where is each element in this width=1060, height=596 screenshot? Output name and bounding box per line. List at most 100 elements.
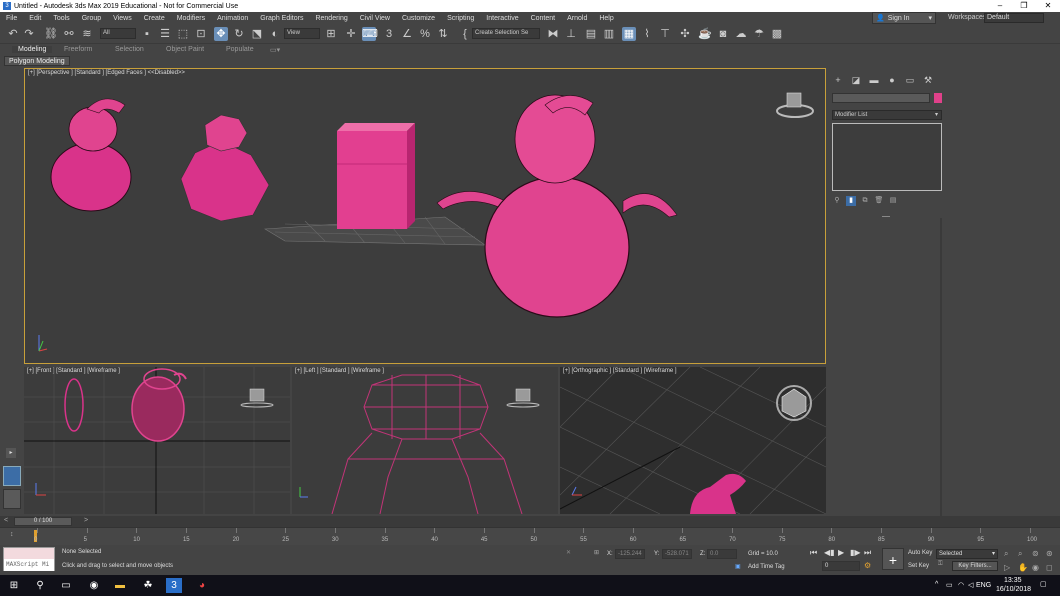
penguin-wireframe[interactable] [690, 473, 746, 514]
ribbon-options-icon[interactable]: ▭▾ [270, 46, 280, 54]
manipulate-icon[interactable]: ✛ [344, 27, 358, 41]
viewport-layout-icon[interactable] [3, 466, 21, 486]
select-by-name-icon[interactable]: ☰ [158, 27, 172, 41]
menu-create[interactable]: Create [138, 15, 171, 22]
workspace-dropdown[interactable]: Default [984, 13, 1044, 23]
tab-freeform[interactable]: Freeform [64, 46, 92, 53]
key-filters-button[interactable]: Key Filters... [952, 561, 998, 571]
utilities-tab-icon[interactable]: ⚒ [922, 74, 934, 86]
create-tab-icon[interactable]: + [832, 74, 844, 86]
display-tab-icon[interactable]: ▭ [904, 74, 916, 86]
mirror-icon[interactable]: ⧓ [546, 27, 560, 41]
panel-scrollbar[interactable] [940, 218, 942, 516]
polygon-modeling-panel[interactable]: Polygon Modeling [4, 56, 70, 66]
selection-filter-dropdown[interactable]: All [100, 28, 136, 39]
pivot-center-icon[interactable]: ⊞ [324, 27, 338, 41]
rendered-frame-window-icon[interactable]: ◙ [716, 27, 730, 41]
menu-animation[interactable]: Animation [211, 15, 254, 22]
spinner-snap-icon[interactable]: ⇅ [436, 27, 450, 41]
absolute-mode-icon[interactable]: ⊞ [594, 549, 599, 556]
tab-object-paint[interactable]: Object Paint [166, 46, 204, 53]
wifi-icon[interactable]: ◠ [958, 581, 964, 589]
time-tag-icon[interactable]: ▣ [735, 563, 741, 570]
close-button[interactable]: ✕ [1036, 0, 1060, 12]
clock-time[interactable]: 13:35 [1004, 577, 1022, 584]
z-coordinate-field[interactable]: 0.0 [707, 549, 737, 559]
show-end-result-icon[interactable]: ▮ [846, 196, 856, 206]
front-viewport[interactable]: [+] [Front ] [Standard ] [Wireframe ] [24, 367, 290, 514]
left-viewport[interactable]: [+] [Left ] [Standard ] [Wireframe ] [292, 367, 558, 514]
zoom-all-icon[interactable]: ⌕ [1018, 549, 1022, 559]
key-selection-set-dropdown[interactable]: Selected ▾ [936, 549, 998, 559]
reference-coordinate-dropdown[interactable]: View [284, 28, 320, 39]
material-editor-icon[interactable]: ✣ [678, 27, 692, 41]
viewcube-icon[interactable] [240, 388, 274, 408]
snaps-toggle-icon[interactable]: 3 [382, 27, 396, 41]
undo-icon[interactable]: ↶ [6, 27, 20, 41]
render-to-texture-icon[interactable]: ▩ [770, 27, 784, 41]
gourd-wireframe[interactable] [64, 378, 84, 432]
zoom-icon[interactable]: ⌕ [1004, 549, 1008, 559]
menu-file[interactable]: File [0, 15, 23, 22]
next-frame-icon[interactable]: ▮▶ [850, 548, 861, 557]
field-of-view-icon[interactable]: ▷ [1004, 563, 1010, 572]
file-explorer-icon[interactable]: ▬ [112, 578, 128, 593]
tab-selection[interactable]: Selection [115, 46, 144, 53]
x-coordinate-field[interactable]: -125.244 [615, 549, 645, 559]
chrome-icon[interactable]: ◕ [194, 578, 210, 593]
link-icon[interactable]: ⛓ [44, 27, 58, 41]
tray-overflow-icon[interactable]: ^ [935, 581, 938, 588]
perspective-viewport[interactable]: [+] [Perspective ] [Standard ] [Edged Fa… [24, 68, 826, 364]
go-to-end-icon[interactable]: ⏭ [864, 548, 871, 558]
menu-graph-editors[interactable]: Graph Editors [254, 15, 309, 22]
app-icon[interactable]: ☘ [140, 578, 156, 593]
render-iterative-icon[interactable]: ☂ [752, 27, 766, 41]
layer-explorer-icon[interactable]: ▥ [602, 27, 616, 41]
task-view-icon[interactable]: ▭ [58, 578, 74, 593]
maxscript-listener[interactable]: MAXScript Mi [3, 547, 55, 571]
angle-snap-icon[interactable]: ∠ [400, 27, 414, 41]
object-color-swatch[interactable] [934, 93, 942, 103]
time-slider-next-button[interactable]: > [84, 517, 88, 524]
menu-customize[interactable]: Customize [396, 15, 441, 22]
orthographic-viewport[interactable]: [+] [Orthographic ] [Standard ] [Wirefra… [560, 367, 826, 514]
window-crossing-icon[interactable]: ⊡ [194, 27, 208, 41]
curve-editor-icon[interactable]: ⌇ [640, 27, 654, 41]
modifier-list-dropdown[interactable]: Modifier List ▾ [832, 110, 942, 120]
volume-icon[interactable]: ◁ [968, 581, 973, 589]
minimize-button[interactable]: – [988, 0, 1012, 12]
maxscript-output[interactable] [4, 548, 54, 559]
pan-view-icon[interactable]: ✋ [1018, 563, 1028, 572]
orbit-icon[interactable]: ◉ [1032, 563, 1039, 572]
modifier-stack[interactable] [832, 123, 942, 191]
set-key-button[interactable]: Set Key [908, 563, 929, 569]
time-slider-prev-button[interactable]: < [4, 517, 8, 524]
expand-layout-icon[interactable]: ▸ [6, 448, 16, 458]
sign-in-button[interactable]: 👤 Sign In ▾ [872, 12, 936, 24]
notifications-icon[interactable]: ▢ [1040, 580, 1047, 588]
edit-named-selection-icon[interactable]: { [458, 27, 472, 41]
viewcube-icon[interactable] [506, 388, 540, 408]
box-object[interactable] [337, 123, 415, 229]
time-configuration-icon[interactable]: ⚙ [864, 561, 871, 570]
gourd-object-1[interactable] [50, 98, 132, 212]
zoom-extents-icon[interactable]: ⊚ [1032, 549, 1039, 558]
windows-start-icon[interactable]: ⊞ [6, 578, 22, 593]
unreal-engine-icon[interactable]: ◉ [86, 578, 102, 593]
menu-modifiers[interactable]: Modifiers [171, 15, 211, 22]
menu-rendering[interactable]: Rendering [309, 15, 353, 22]
auto-key-button[interactable]: Auto Key [908, 550, 932, 556]
hierarchy-tab-icon[interactable]: ▬ [868, 74, 880, 86]
viewport-layout-alt-icon[interactable] [3, 489, 21, 509]
rectangular-selection-icon[interactable]: ⬚ [176, 27, 190, 41]
tab-populate[interactable]: Populate [226, 46, 254, 53]
select-and-move-icon[interactable]: ✥ [214, 27, 228, 41]
render-setup-icon[interactable]: ☕ [698, 27, 712, 41]
modify-tab-icon[interactable]: ◪ [850, 74, 862, 86]
keyboard-shortcut-override-icon[interactable]: ⌨ [362, 27, 378, 41]
ribbon-toggle-icon[interactable]: ▦ [622, 27, 636, 41]
menu-group[interactable]: Group [76, 15, 107, 22]
select-object-icon[interactable]: ▪ [140, 27, 154, 41]
mini-curve-editor-icon[interactable]: ↕ [10, 531, 14, 538]
place-icon[interactable]: ◐ [268, 27, 282, 41]
